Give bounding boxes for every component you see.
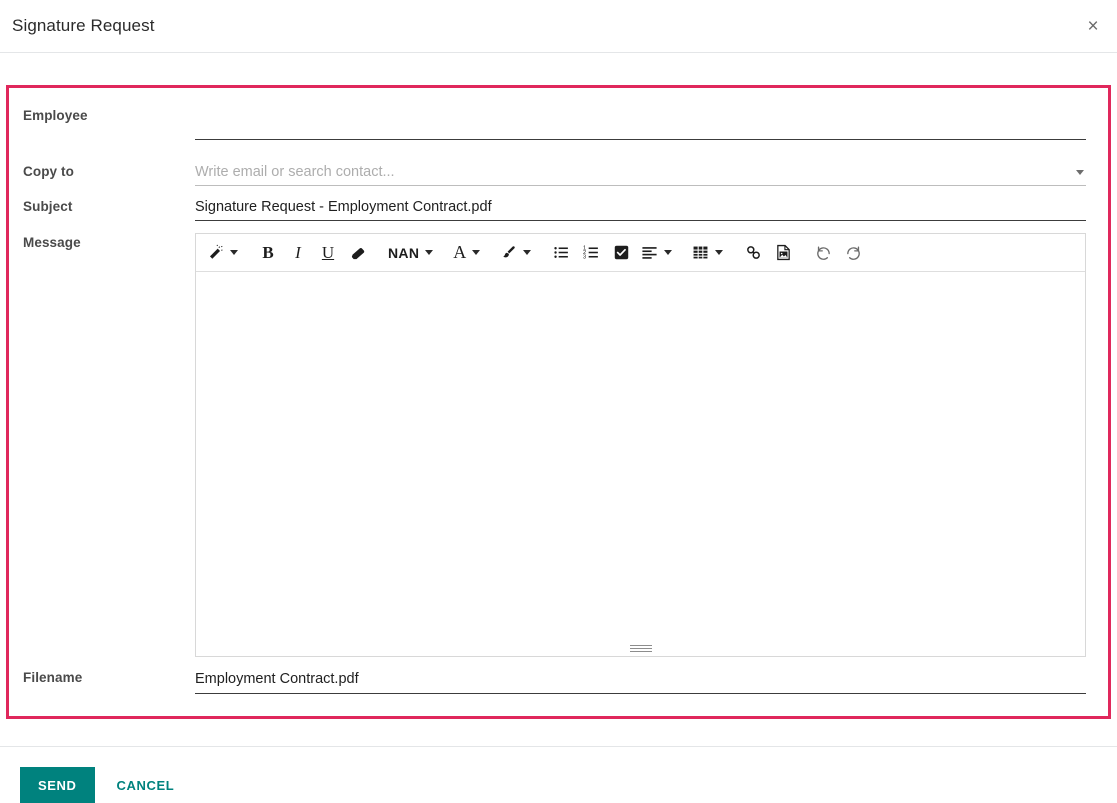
grip-line [629, 651, 652, 652]
chevron-down-icon [715, 250, 724, 255]
subject-label: Subject [23, 199, 73, 214]
signature-request-dialog: Signature Request × Employee Copy to Wri… [0, 0, 1117, 803]
undo-icon[interactable] [808, 238, 838, 268]
rich-text-editor: B I U NAN A 1 2 3 [195, 233, 1086, 657]
copy-to-label: Copy to [23, 164, 74, 179]
chevron-down-icon [472, 250, 481, 255]
font-size-selector[interactable]: NAN [383, 238, 438, 268]
align-icon[interactable] [636, 238, 677, 268]
unordered-list-icon[interactable] [546, 238, 576, 268]
message-label: Message [23, 235, 81, 250]
dialog-body: Employee Copy to Subject [0, 53, 1117, 719]
filename-label: Filename [23, 670, 83, 685]
cancel-button[interactable]: CANCEL [107, 767, 185, 803]
chevron-down-icon [425, 250, 434, 255]
employee-label: Employee [23, 108, 88, 123]
signature-request-form: Employee Copy to Subject [6, 85, 1111, 719]
ordered-list-icon[interactable]: 1 2 3 [576, 238, 606, 268]
numbered-list-glyph: 1 2 3 [583, 246, 598, 261]
svg-text:3: 3 [583, 255, 586, 261]
bullet-list-glyph [554, 247, 568, 258]
dialog-title: Signature Request [12, 16, 155, 35]
filename-input[interactable] [195, 668, 1086, 694]
chevron-down-icon [523, 250, 532, 255]
brush-glyph [503, 246, 515, 258]
highlight-brush-icon[interactable] [495, 238, 536, 268]
field-row-message: Message B I U NAN A 1 2 3 [23, 233, 1086, 657]
dialog-header: Signature Request × [0, 0, 1117, 53]
redo-arrow-glyph [846, 246, 860, 260]
chevron-down-icon [230, 250, 238, 255]
copy-to-field-wrap [195, 162, 1086, 186]
copy-to-input[interactable] [195, 162, 1086, 186]
eraser-glyph [351, 247, 364, 260]
employee-field-wrap [195, 106, 1086, 140]
field-row-filename: Filename [23, 668, 1086, 694]
editor-toolbar: B I U NAN A 1 2 3 [196, 234, 1085, 272]
underline-icon[interactable]: U [313, 238, 343, 268]
dialog-footer: SEND CANCEL [0, 746, 1117, 803]
employee-input[interactable] [195, 106, 1086, 140]
subject-input[interactable] [195, 197, 1086, 221]
table-icon[interactable] [687, 238, 728, 268]
magic-wand-icon[interactable] [202, 238, 243, 268]
font-size-value: NAN [388, 244, 420, 261]
message-field-wrap: B I U NAN A 1 2 3 [195, 233, 1086, 657]
chain-link-glyph [746, 246, 760, 259]
font-color-icon[interactable]: A [448, 238, 485, 268]
link-icon[interactable] [738, 238, 768, 268]
close-icon[interactable]: × [1080, 13, 1106, 39]
image-document-glyph [776, 244, 790, 261]
field-row-copy-to: Copy to [23, 162, 1086, 194]
filename-field-wrap [195, 668, 1086, 694]
checklist-icon[interactable] [606, 238, 636, 268]
message-editor-body[interactable] [196, 272, 1085, 656]
send-button[interactable]: SEND [20, 767, 95, 803]
italic-icon[interactable]: I [283, 238, 313, 268]
eraser-icon[interactable] [343, 238, 373, 268]
editor-resize-handle[interactable] [629, 645, 652, 652]
chevron-down-icon [664, 250, 673, 255]
font-color-letter: A [453, 242, 467, 262]
field-row-subject: Subject [23, 197, 1086, 229]
checkbox-glyph [614, 245, 628, 260]
grip-line [629, 648, 652, 649]
bold-icon[interactable]: B [253, 238, 283, 268]
grip-line [629, 645, 652, 646]
undo-arrow-glyph [816, 246, 830, 260]
subject-field-wrap [195, 197, 1086, 221]
image-icon[interactable] [768, 238, 798, 268]
redo-icon[interactable] [838, 238, 868, 268]
chevron-down-icon[interactable] [1076, 170, 1084, 175]
field-row-employee: Employee [23, 106, 1086, 152]
align-left-glyph [642, 247, 657, 259]
magic-wand-glyph [209, 244, 223, 259]
table-grid-glyph [693, 246, 708, 259]
